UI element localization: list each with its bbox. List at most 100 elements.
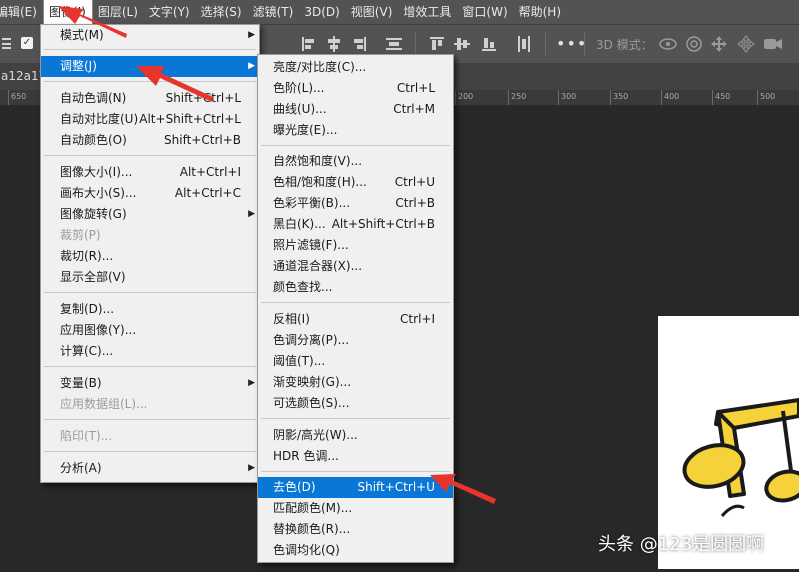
- menu-item-match-color[interactable]: 匹配颜色(M)...: [258, 498, 453, 519]
- menu-separator: [44, 49, 256, 50]
- menu-item-trim[interactable]: 裁切(R)...: [41, 246, 259, 267]
- mode-3d-label: 3D 模式：: [596, 38, 653, 52]
- adjustments-submenu: 亮度/对比度(C)... 色阶(L)... Ctrl+L 曲线(U)... Ctrl…: [257, 54, 454, 563]
- menu-item-duplicate[interactable]: 复制(D)...: [41, 299, 259, 320]
- auto-select-checkbox[interactable]: ✓: [21, 37, 33, 49]
- ruler-tick: [8, 90, 9, 105]
- menubar: 编辑(E) 图像(I) 图层(L) 文字(Y) 选择(S) 滤镜(T) 3D(D…: [0, 0, 799, 24]
- menu-item-threshold[interactable]: 阈值(T)...: [258, 351, 453, 372]
- align-right-icon[interactable]: [350, 35, 368, 53]
- menu-item-posterize[interactable]: 色调分离(P)...: [258, 330, 453, 351]
- menu-item-curves[interactable]: 曲线(U)... Ctrl+M: [258, 99, 453, 120]
- menu-filter[interactable]: 滤镜(T): [248, 0, 300, 24]
- menu-layer[interactable]: 图层(L): [93, 0, 144, 24]
- align-top-icon[interactable]: [428, 35, 446, 53]
- submenu-arrow-icon: ▶: [248, 30, 255, 40]
- tool-preset-icon[interactable]: [2, 38, 11, 49]
- align-middle-icon[interactable]: [453, 35, 471, 53]
- menu-item-exposure[interactable]: 曝光度(E)...: [258, 120, 453, 141]
- slide-3d-icon[interactable]: [737, 35, 755, 53]
- ruler-label: 200: [458, 92, 474, 101]
- menu-select[interactable]: 选择(S): [196, 0, 248, 24]
- menu-item-reveal-all[interactable]: 显示全部(V): [41, 267, 259, 288]
- menu-view[interactable]: 视图(V): [346, 0, 399, 24]
- submenu-arrow-icon: ▶: [248, 463, 255, 473]
- menu-item-selective-color[interactable]: 可选颜色(S)...: [258, 393, 453, 414]
- pan-3d-icon[interactable]: [710, 35, 728, 53]
- menu-item-auto-contrast[interactable]: 自动对比度(U) Alt+Shift+Ctrl+L: [41, 109, 259, 130]
- menu-item-calculations[interactable]: 计算(C)...: [41, 341, 259, 362]
- distribute-icon[interactable]: [385, 35, 403, 53]
- menu-item-apply-image[interactable]: 应用图像(Y)...: [41, 320, 259, 341]
- scale-3d-icon[interactable]: [763, 35, 782, 53]
- menu-item-shadows-highlights[interactable]: 阴影/高光(W)...: [258, 425, 453, 446]
- menu-item-crop: 裁剪(P): [60, 228, 101, 242]
- submenu-arrow-icon: ▶: [248, 61, 255, 71]
- divider: [584, 33, 585, 55]
- menu-3d[interactable]: 3D(D): [299, 0, 345, 24]
- menu-image[interactable]: 图像(I): [42, 0, 93, 24]
- ruler-label: 250: [511, 92, 527, 101]
- submenu-arrow-icon: ▶: [248, 378, 255, 388]
- menu-edit[interactable]: 编辑(E): [0, 0, 43, 24]
- menu-separator: [44, 451, 256, 452]
- menu-plugins[interactable]: 增效工具: [398, 0, 457, 24]
- menu-separator: [44, 292, 256, 293]
- menu-item-photo-filter[interactable]: 照片滤镜(F)...: [258, 235, 453, 256]
- ruler-tick: [712, 90, 713, 105]
- menu-item-adjustments[interactable]: 调整(J) ▶: [41, 56, 259, 77]
- menu-item-gradient-map[interactable]: 渐变映射(G)...: [258, 372, 453, 393]
- submenu-arrow-icon: ▶: [248, 209, 255, 219]
- align-left-icon[interactable]: [300, 35, 318, 53]
- menu-item-channel-mixer[interactable]: 通道混合器(X)...: [258, 256, 453, 277]
- menu-item-levels[interactable]: 色阶(L)... Ctrl+L: [258, 78, 453, 99]
- menu-item-image-size[interactable]: 图像大小(I)... Alt+Ctrl+I: [41, 162, 259, 183]
- menu-separator: [44, 366, 256, 367]
- roll-3d-icon[interactable]: [685, 35, 703, 53]
- menu-item-auto-color[interactable]: 自动颜色(O) Shift+Ctrl+B: [41, 130, 259, 151]
- menu-item-desaturate[interactable]: 去色(D) Shift+Ctrl+U: [258, 477, 453, 498]
- orbit-3d-icon[interactable]: [658, 35, 677, 53]
- menu-item-analysis[interactable]: 分析(A) ▶: [41, 458, 259, 479]
- menu-item-invert[interactable]: 反相(I) Ctrl+I: [258, 309, 453, 330]
- image-menu: 模式(M) ▶ 调整(J) ▶ 自动色调(N) Shift+Ctrl+L 自动对比度(…: [40, 24, 260, 483]
- menu-item-brightness-contrast[interactable]: 亮度/对比度(C)...: [258, 57, 453, 78]
- align-bottom-icon[interactable]: [480, 35, 498, 53]
- ruler-tick: [558, 90, 559, 105]
- menu-item-equalize[interactable]: 色调均化(Q): [258, 540, 453, 561]
- menu-separator: [261, 471, 450, 472]
- menu-item-auto-tone[interactable]: 自动色调(N) Shift+Ctrl+L: [41, 88, 259, 109]
- distribute-vertical-icon[interactable]: [515, 35, 533, 53]
- ruler-tick: [661, 90, 662, 105]
- ruler-tick: [508, 90, 509, 105]
- menu-item-variables[interactable]: 变量(B) ▶: [41, 373, 259, 394]
- ruler-tick: [455, 90, 456, 105]
- menu-item-replace-color[interactable]: 替换颜色(R)...: [258, 519, 453, 540]
- divider: [545, 33, 546, 55]
- menu-separator: [44, 155, 256, 156]
- menu-item-hdr-toning[interactable]: HDR 色调...: [258, 446, 453, 467]
- align-center-icon[interactable]: [325, 35, 343, 53]
- menu-item-canvas-size[interactable]: 画布大小(S)... Alt+Ctrl+C: [41, 183, 259, 204]
- menu-item-color-balance[interactable]: 色彩平衡(B)... Ctrl+B: [258, 193, 453, 214]
- ruler-tick: [610, 90, 611, 105]
- menu-item-vibrance[interactable]: 自然饱和度(V)...: [258, 151, 453, 172]
- more-options-icon[interactable]: •••: [556, 34, 587, 53]
- menu-separator: [261, 302, 450, 303]
- menu-item-apply-data-set: 应用数据组(L)...: [60, 397, 148, 411]
- divider: [415, 33, 416, 55]
- menu-item-trap: 陷印(T)...: [60, 429, 113, 443]
- menu-type[interactable]: 文字(Y): [144, 0, 196, 24]
- menu-item-mode[interactable]: 模式(M) ▶: [41, 25, 259, 46]
- menu-window[interactable]: 窗口(W): [457, 0, 513, 24]
- menu-item-black-white[interactable]: 黑白(K)... Alt+Shift+Ctrl+B: [258, 214, 453, 235]
- menu-item-hue-saturation[interactable]: 色相/饱和度(H)... Ctrl+U: [258, 172, 453, 193]
- menu-separator: [44, 419, 256, 420]
- menu-separator: [261, 145, 450, 146]
- divider: [262, 33, 263, 55]
- ruler-label: 350: [613, 92, 629, 101]
- menu-item-image-rotation[interactable]: 图像旋转(G) ▶: [41, 204, 259, 225]
- watermark-text: 头条 @123是圆圆啊: [598, 534, 765, 555]
- menu-item-color-lookup[interactable]: 颜色查找...: [258, 277, 453, 298]
- menu-help[interactable]: 帮助(H): [514, 0, 567, 24]
